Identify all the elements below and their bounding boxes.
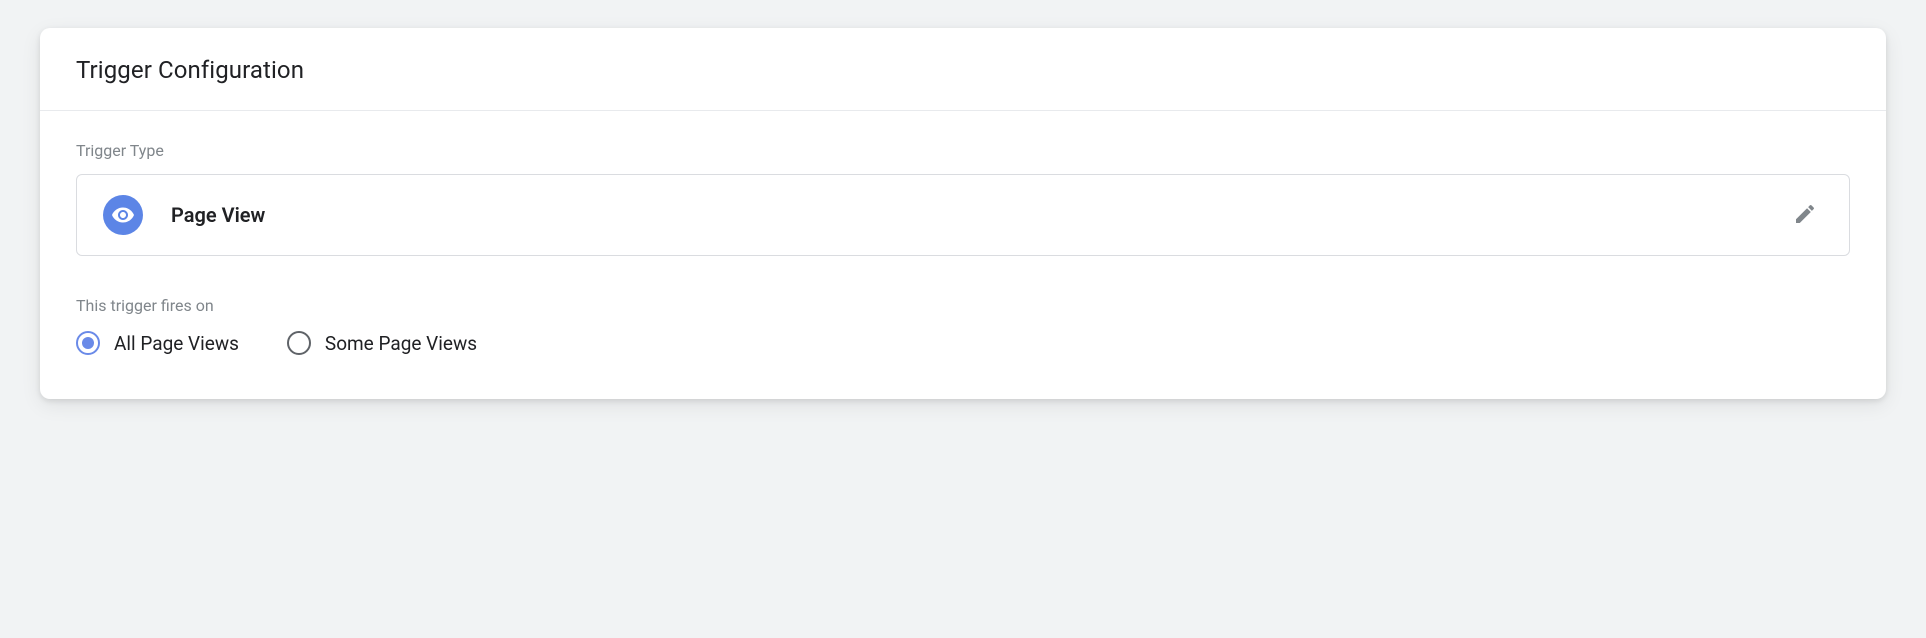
radio-button-icon xyxy=(287,331,311,355)
radio-all-page-views[interactable]: All Page Views xyxy=(76,331,239,355)
fires-on-radio-group: All Page Views Some Page Views xyxy=(76,331,1850,355)
trigger-type-selector[interactable]: Page View xyxy=(76,174,1850,256)
trigger-config-card: Trigger Configuration Trigger Type Page … xyxy=(40,28,1886,399)
card-title: Trigger Configuration xyxy=(76,56,1850,84)
trigger-type-label: Trigger Type xyxy=(76,141,1850,160)
radio-label: All Page Views xyxy=(114,332,239,355)
eye-icon xyxy=(103,195,143,235)
edit-trigger-type-button[interactable] xyxy=(1787,197,1823,233)
pencil-icon xyxy=(1793,202,1817,229)
radio-label: Some Page Views xyxy=(325,332,477,355)
radio-some-page-views[interactable]: Some Page Views xyxy=(287,331,477,355)
card-header: Trigger Configuration xyxy=(40,28,1886,111)
card-body: Trigger Type Page View This trigger fire… xyxy=(40,111,1886,399)
fires-on-label: This trigger fires on xyxy=(76,296,1850,315)
radio-button-icon xyxy=(76,331,100,355)
trigger-type-name: Page View xyxy=(171,203,1759,227)
